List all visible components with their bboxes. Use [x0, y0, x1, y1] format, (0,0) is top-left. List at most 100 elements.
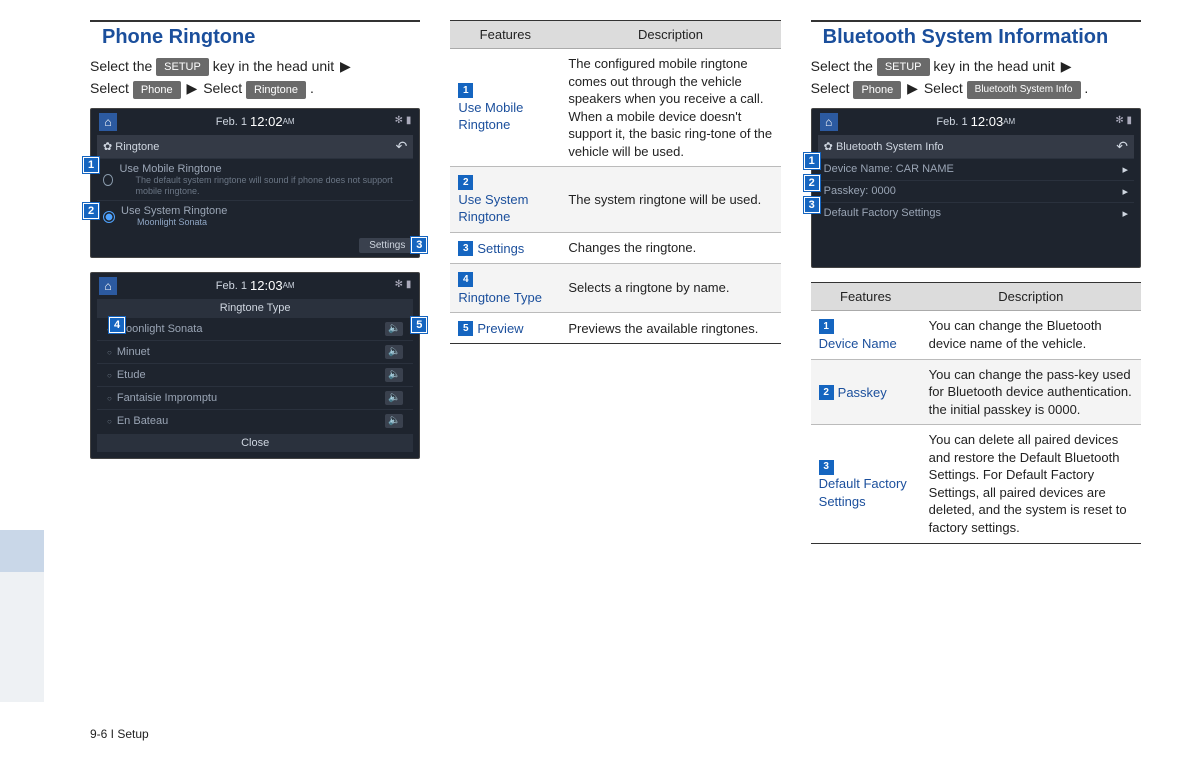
column-bluetooth-info: Bluetooth System Information Select the …	[811, 20, 1141, 544]
table-row: 2Use System Ringtone The system ringtone…	[450, 167, 780, 233]
num-badge: 1	[819, 319, 834, 334]
feature-desc: Changes the ringtone.	[560, 232, 780, 263]
ringtone-item[interactable]: Etude🔈	[97, 363, 413, 386]
feature-desc: The system ringtone will be used.	[560, 167, 780, 233]
chevron-right-icon: ▸	[1122, 163, 1128, 176]
ringtone-item[interactable]: Fantaisie Impromptu🔈	[97, 386, 413, 409]
bt-row-device-name[interactable]: Device Name: CAR NAME ▸	[818, 158, 1134, 180]
back-icon[interactable]: ↶	[396, 138, 408, 155]
speaker-icon[interactable]: 🔈	[385, 345, 403, 359]
option-use-mobile-ringtone[interactable]: Use Mobile Ringtone The default system r…	[97, 158, 413, 201]
column-phone-ringtone: Phone Ringtone Select the SETUP key in t…	[90, 20, 420, 544]
num-badge: 1	[458, 83, 473, 98]
feature-name: Settings	[477, 240, 524, 258]
feature-desc: The configured mobile ringtone comes out…	[560, 49, 780, 167]
status-icons: ✻ ▮	[1115, 115, 1132, 126]
table-row: 5 Preview Previews the available ringtone…	[450, 313, 780, 344]
table-row: 4 Ringtone Type Selects a ringtone by nam…	[450, 264, 780, 313]
key-setup: SETUP	[156, 58, 209, 76]
table-row: 1Use Mobile Ringtone The configured mobi…	[450, 49, 780, 167]
table-row: 3Settings Changes the ringtone.	[450, 232, 780, 263]
row-label: Device Name: CAR NAME	[824, 163, 954, 175]
callout-3: 3	[411, 237, 427, 253]
screenshot-bt-system-info: ⌂ Feb. 1 12:03 AM ✻ ▮ ✿ Bluetooth System…	[811, 108, 1141, 268]
bt-row-factory[interactable]: Default Factory Settings ▸	[818, 202, 1134, 224]
screenshot-ringtone-type: ⌂ Feb. 1 12:03 AM ✻ ▮ Ringtone Type Moon…	[90, 272, 420, 459]
settings-button[interactable]: Settings	[359, 238, 415, 253]
key-bt-system-info: Bluetooth System Info	[967, 81, 1081, 99]
key-ringtone: Ringtone	[246, 81, 306, 99]
instr-text: Select	[924, 80, 967, 96]
gear-icon: ✿	[824, 141, 833, 153]
key-setup: SETUP	[877, 58, 930, 76]
option-use-system-ringtone[interactable]: Use System Ringtone Moonlight Sonata	[97, 200, 413, 232]
status-date: Feb. 1	[216, 116, 247, 128]
instr-text: Select	[203, 80, 246, 96]
callout-2: 2	[804, 175, 820, 191]
speaker-icon[interactable]: 🔈	[385, 414, 403, 428]
th-features: Features	[811, 282, 921, 310]
side-tab	[0, 530, 44, 572]
feature-desc: Selects a ringtone by name.	[560, 264, 780, 313]
home-icon[interactable]: ⌂	[99, 113, 117, 131]
ringtone-item[interactable]: En Bateau 🔈	[97, 409, 413, 432]
section-title-bluetooth: Bluetooth System Information	[811, 20, 1141, 49]
column-feature-table-1: Features Description 1Use Mobile Rington…	[450, 20, 780, 544]
screenshot-ringtone-settings: ⌂ Feb. 1 12:02 AM ✻ ▮ ✿ Ringtone ↶ Use M…	[90, 108, 420, 258]
th-description: Description	[560, 21, 780, 49]
callout-2: 2	[83, 203, 99, 219]
ringtone-name: En Bateau	[107, 415, 168, 427]
list-header: Ringtone Type	[97, 299, 413, 317]
instr-text: Select	[90, 80, 133, 96]
feature-name: Passkey	[838, 384, 887, 402]
speaker-icon[interactable]: 🔈	[385, 391, 403, 405]
status-time: 12:02	[250, 114, 283, 129]
arrow-icon: ▶	[1061, 55, 1072, 77]
option-label: Use Mobile Ringtone	[119, 163, 407, 175]
status-icons: ✻ ▮	[395, 279, 412, 290]
feature-desc: Previews the available ringtones.	[560, 313, 780, 344]
speaker-icon[interactable]: 🔈	[385, 322, 403, 336]
chevron-right-icon: ▸	[1122, 207, 1128, 220]
arrow-icon: ▶	[340, 55, 351, 77]
num-badge: 4	[458, 272, 473, 287]
instruction-bluetooth: Select the SETUP key in the head unit ▶ …	[811, 55, 1141, 100]
th-description: Description	[921, 282, 1141, 310]
status-ampm: AM	[283, 117, 295, 126]
screen-title: Ringtone	[115, 141, 159, 153]
ringtone-item[interactable]: Minuet🔈	[97, 340, 413, 363]
num-badge: 5	[458, 321, 473, 336]
row-label: Default Factory Settings	[824, 207, 941, 219]
home-icon[interactable]: ⌂	[99, 277, 117, 295]
speaker-icon[interactable]: 🔈	[385, 368, 403, 382]
row-label: Passkey: 0000	[824, 185, 896, 197]
feature-name: Use System Ringtone	[458, 191, 552, 226]
instr-text: Select	[811, 80, 854, 96]
table-row: 2Passkey You can change the pass-key use…	[811, 359, 1141, 425]
ringtone-item[interactable]: Moonlight Sonata🔈	[97, 317, 413, 340]
instr-text: key in the head unit	[213, 58, 338, 74]
key-phone: Phone	[853, 81, 901, 99]
feature-desc: You can delete all paired devices and re…	[921, 425, 1141, 543]
chevron-right-icon: ▸	[1122, 185, 1128, 198]
gear-icon: ✿	[103, 141, 112, 153]
option-subtext: The default system ringtone will sound i…	[135, 175, 407, 197]
status-time: 12:03	[971, 114, 1004, 129]
feature-desc: You can change the pass-key used for Blu…	[921, 359, 1141, 425]
back-icon[interactable]: ↶	[1116, 138, 1128, 155]
status-ampm: AM	[283, 281, 295, 290]
instr-text: key in the head unit	[933, 58, 1058, 74]
home-icon[interactable]: ⌂	[820, 113, 838, 131]
feature-name: Preview	[477, 320, 523, 338]
feature-name: Ringtone Type	[458, 289, 542, 307]
close-button[interactable]: Close	[97, 434, 413, 452]
arrow-icon: ▶	[187, 77, 198, 99]
bt-row-passkey[interactable]: Passkey: 0000 ▸	[818, 180, 1134, 202]
callout-4: 4	[109, 317, 125, 333]
key-phone: Phone	[133, 81, 181, 99]
status-icons: ✻ ▮	[395, 115, 412, 126]
instr-text: Select the	[90, 58, 156, 74]
instr-text: Select the	[811, 58, 877, 74]
table-row: 1Device Name You can change the Bluetoot…	[811, 310, 1141, 359]
feature-table-ringtone: Features Description 1Use Mobile Rington…	[450, 20, 780, 344]
